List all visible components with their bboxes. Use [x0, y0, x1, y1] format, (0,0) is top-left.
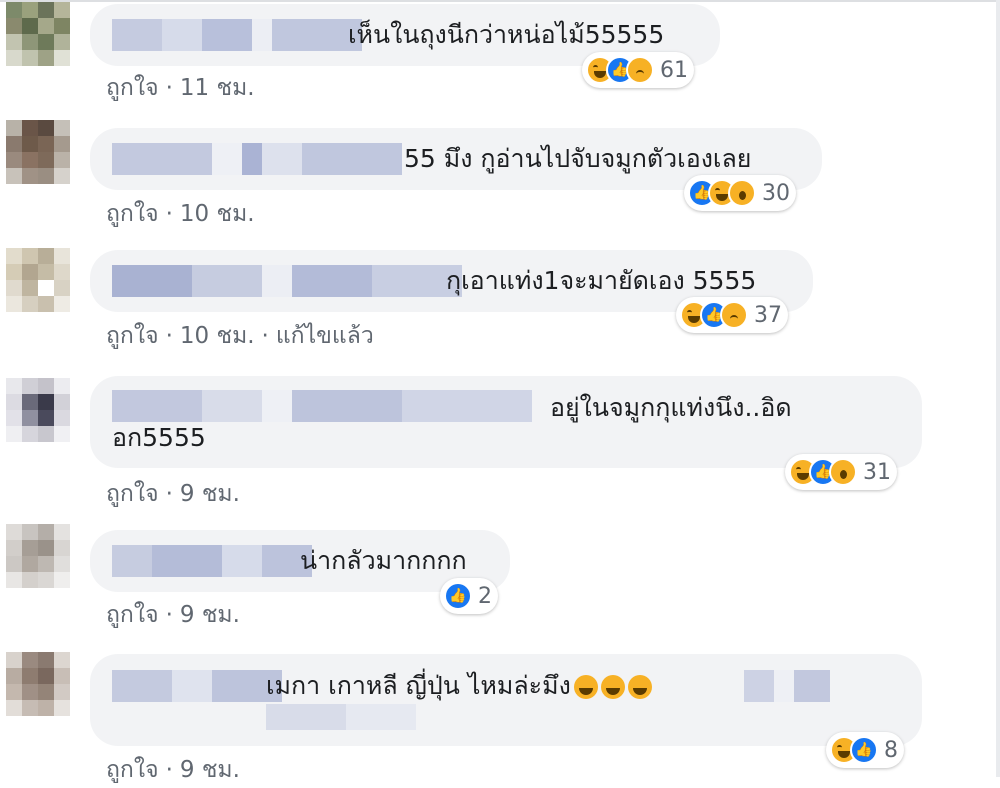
timestamp[interactable]: 9 ชม. — [180, 757, 240, 783]
reaction-summary[interactable]: 👍 8 — [826, 732, 904, 768]
comment-meta: ถูกใจ · 9 ชม. — [106, 752, 240, 788]
mention-blurred[interactable] — [744, 670, 830, 702]
like-link[interactable]: ถูกใจ — [106, 757, 159, 783]
reaction-summary[interactable]: 👍 37 — [676, 297, 788, 333]
timestamp[interactable]: 10 ชม. — [180, 201, 255, 227]
avatar[interactable] — [6, 652, 70, 716]
rofl-emoji-icon — [573, 675, 598, 699]
reaction-summary[interactable]: 👍 2 — [440, 578, 498, 614]
sad-icon — [720, 301, 748, 329]
like-link[interactable]: ถูกใจ — [106, 481, 159, 507]
like-link[interactable]: ถูกใจ — [106, 602, 159, 628]
comment-bubble[interactable]: เมกา เกาหลี ญี่ปุ่น ไหมล่ะมึง — [90, 654, 922, 746]
author-name-blurred[interactable] — [112, 670, 282, 702]
reaction-count: 30 — [762, 180, 790, 206]
avatar[interactable] — [6, 248, 70, 312]
comment-text: อยู่ในจมูกกุแท่งนึง..อิด — [550, 393, 792, 422]
comment-text: น่ากลัวมากกกก — [300, 546, 467, 575]
timestamp[interactable]: 11 ชม. — [180, 75, 255, 101]
reaction-summary[interactable]: 👍 30 — [684, 175, 796, 211]
rofl-emoji-icon — [600, 675, 625, 699]
author-name-blurred[interactable] — [112, 390, 532, 422]
author-name-blurred[interactable] — [112, 545, 312, 577]
comment-meta: ถูกใจ · 9 ชม. — [106, 597, 240, 633]
separator-dot: · — [165, 323, 173, 349]
reaction-count: 61 — [660, 57, 688, 83]
comment-meta: ถูกใจ · 9 ชม. — [106, 476, 240, 512]
separator-dot: · — [165, 602, 173, 628]
reaction-summary[interactable]: 👍 61 — [582, 52, 694, 88]
comment-meta: ถูกใจ · 11 ชม. — [106, 70, 255, 106]
separator-dot: · — [261, 323, 269, 349]
reaction-count: 31 — [863, 459, 891, 485]
avatar[interactable] — [6, 120, 70, 184]
separator-dot: · — [165, 201, 173, 227]
comment-text-line2: อก5555 — [112, 423, 206, 452]
comment-text-content: เมกา เกาหลี ญี่ปุ่น ไหมล่ะมึง — [266, 671, 571, 700]
reaction-count: 8 — [884, 737, 898, 763]
author-name-blurred[interactable] — [112, 19, 362, 51]
reaction-count: 2 — [478, 583, 492, 609]
sad-icon — [626, 56, 654, 84]
separator-dot: · — [165, 757, 173, 783]
comment-line2-blurred — [266, 704, 416, 730]
author-name-blurred[interactable] — [112, 265, 462, 297]
edited-label[interactable]: แก้ไขแล้ว — [276, 323, 374, 349]
comment-text: 55 มึง กูอ่านไปจับจมูกตัวเองเลย — [404, 144, 752, 173]
wow-icon — [728, 179, 756, 207]
like-icon: 👍 — [444, 582, 472, 610]
timestamp[interactable]: 9 ชม. — [180, 602, 240, 628]
avatar[interactable] — [6, 2, 70, 66]
like-link[interactable]: ถูกใจ — [106, 201, 159, 227]
rofl-emoji-icon — [627, 675, 652, 699]
avatar[interactable] — [6, 524, 70, 588]
comment-text: เมกา เกาหลี ญี่ปุ่น ไหมล่ะมึง — [266, 670, 652, 702]
like-icon: 👍 — [850, 736, 878, 764]
timestamp[interactable]: 9 ชม. — [180, 481, 240, 507]
timestamp[interactable]: 10 ชม. — [180, 323, 255, 349]
wow-icon — [829, 458, 857, 486]
separator-dot: · — [165, 481, 173, 507]
reaction-count: 37 — [754, 302, 782, 328]
like-link[interactable]: ถูกใจ — [106, 75, 159, 101]
top-border — [0, 0, 1000, 2]
separator-dot: · — [165, 75, 173, 101]
like-link[interactable]: ถูกใจ — [106, 323, 159, 349]
author-name-blurred[interactable] — [112, 143, 402, 175]
scrollbar-track[interactable] — [996, 0, 1000, 777]
comment-meta: ถูกใจ · 10 ชม. — [106, 196, 255, 232]
comment-text: เห็นในถุงนีกว่าหน่อไม้55555 — [348, 20, 665, 49]
reaction-summary[interactable]: 👍 31 — [785, 454, 897, 490]
comment-meta: ถูกใจ · 10 ชม. · แก้ไขแล้ว — [106, 318, 374, 354]
avatar[interactable] — [6, 378, 70, 442]
comment-text: กุเอาแท่ง1จะมายัดเอง 5555 — [446, 266, 757, 295]
